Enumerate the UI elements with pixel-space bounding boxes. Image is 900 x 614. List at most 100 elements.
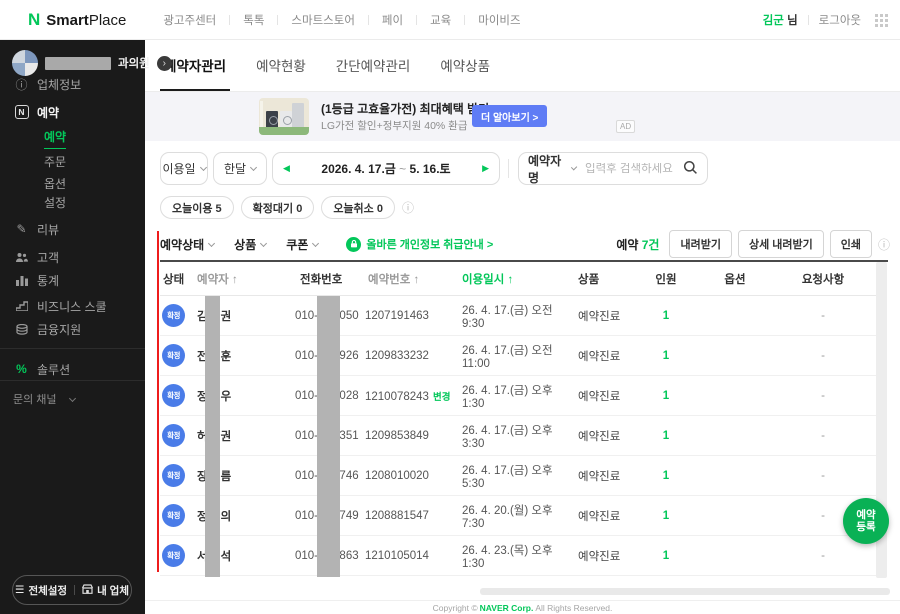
col-reservation-number-sortable[interactable]: 예약번호 ↑ bbox=[365, 271, 455, 287]
sort-arrow-icon: ↑ bbox=[507, 273, 514, 286]
reservation-number-cell: 1209853849 bbox=[365, 429, 429, 442]
store-icon bbox=[82, 583, 94, 597]
table-row[interactable]: 확정 김권 010- 0050 1207191463 26. 4. 17.(금) … bbox=[160, 296, 876, 336]
smartplace-logo[interactable]: N Smart Place bbox=[28, 10, 126, 30]
sidebar-subitem-settings[interactable]: 설정 bbox=[44, 193, 137, 211]
search-input[interactable] bbox=[585, 162, 683, 175]
table-row[interactable]: 확정 정의 010- 3749 1208881547 26. 4. 20.(월) … bbox=[160, 496, 876, 536]
request-cell: - bbox=[821, 389, 825, 402]
sidebar-item-customer[interactable]: 고객 bbox=[14, 248, 137, 266]
booking-status-filter[interactable]: 예약상태 bbox=[160, 236, 216, 253]
coupon-filter[interactable]: 쿠폰 bbox=[286, 236, 320, 253]
status-badge: 확정 bbox=[162, 304, 185, 327]
user-name[interactable]: 김군 님 bbox=[763, 12, 798, 28]
booking-count: 예약 7건 bbox=[616, 237, 660, 252]
all-settings-button[interactable]: ☰ 전체설정 bbox=[15, 583, 67, 598]
my-business-button[interactable]: 내 업체 bbox=[82, 583, 129, 598]
search-category-dropdown[interactable]: 예약자명 bbox=[528, 152, 578, 186]
use-datetime-cell: 26. 4. 20.(월) 오후 7:30 bbox=[462, 504, 553, 530]
sidebar-item-stats[interactable]: 통계 bbox=[14, 271, 137, 289]
info-icon[interactable]: ⓘ bbox=[402, 199, 414, 216]
masked-business-name bbox=[45, 56, 111, 70]
phone-redaction-bar bbox=[317, 296, 340, 577]
ad-banner-subtitle: LG가전 할인+정부지원 40% 환급 bbox=[321, 120, 468, 132]
link-pay[interactable]: 페이 bbox=[369, 12, 416, 28]
profile-expand-button[interactable]: › bbox=[156, 55, 172, 71]
table-row[interactable]: 확정 전훈 010- 6926 1209833232 26. 4. 17.(금) … bbox=[160, 336, 876, 376]
apps-grid-icon[interactable] bbox=[875, 13, 888, 27]
link-ad-center[interactable]: 광고주센터 bbox=[150, 12, 229, 28]
tab-booking-status[interactable]: 예약현황 bbox=[252, 55, 310, 91]
table-row[interactable]: 확정 장름 010- 9746 1208010020 26. 4. 17.(금) … bbox=[160, 456, 876, 496]
privacy-guide-link[interactable]: 올바른 개인정보 취급안내 > bbox=[346, 236, 493, 252]
sidebar-item-solution[interactable]: % 솔루션 bbox=[14, 360, 137, 378]
booking-tabs: 예약자관리 예약현황 간단예약관리 예약상품 bbox=[145, 40, 900, 92]
sidebar-item-review[interactable]: ✎ 리뷰 bbox=[14, 220, 137, 238]
chip-today-cancel[interactable]: 오늘취소 0 bbox=[321, 196, 395, 219]
status-badge: 확정 bbox=[162, 424, 185, 447]
chip-pending-confirm[interactable]: 확정대기 0 bbox=[240, 196, 315, 219]
tab-booking-products[interactable]: 예약상품 bbox=[436, 55, 494, 91]
logout-button[interactable]: 로그아웃 bbox=[819, 12, 861, 28]
sidebar-item-biz-info[interactable]: ⓘ 업체정보 bbox=[14, 75, 137, 93]
date-range-picker: ◀ 2026. 4. 17.금 ~ 5. 16.토 ▶ bbox=[272, 152, 500, 185]
product-cell: 예약진료 bbox=[578, 390, 621, 403]
top-navigation-bar: N Smart Place 광고주센터 톡톡 스마트스토어 페이 교육 마이비즈… bbox=[0, 0, 900, 40]
date-range-text[interactable]: 2026. 4. 17.금 ~ 5. 16.토 bbox=[321, 160, 450, 177]
col-guest-sortable[interactable]: 예약자 ↑ bbox=[192, 271, 295, 287]
col-request: 요청사항 bbox=[801, 273, 845, 286]
period-dropdown[interactable]: 한달 bbox=[213, 152, 267, 185]
horizontal-scrollbar[interactable] bbox=[480, 588, 890, 595]
status-cell: 확정 bbox=[160, 424, 192, 447]
request-cell: - bbox=[821, 549, 825, 562]
link-education[interactable]: 교육 bbox=[417, 12, 464, 28]
col-use-datetime-sorted[interactable]: 이용일시 ↑ bbox=[455, 271, 572, 287]
sidebar-item-biz-school[interactable]: 비즈니스 스쿨 bbox=[14, 297, 137, 315]
download-button[interactable]: 내려받기 bbox=[669, 230, 732, 258]
table-row[interactable]: 확정 허권 010- 2351 1209853849 26. 4. 17.(금) … bbox=[160, 416, 876, 456]
sidebar-subitem-option[interactable]: 옵션 bbox=[44, 174, 137, 192]
print-button[interactable]: 인쇄 bbox=[829, 230, 872, 258]
status-cell: 확정 bbox=[160, 464, 192, 487]
reservation-number-cell: 1207191463 bbox=[365, 309, 429, 322]
smartplace-booking-page: N Smart Place 광고주센터 톡톡 스마트스토어 페이 교육 마이비즈… bbox=[0, 0, 900, 614]
headcount-cell: 1 bbox=[662, 429, 670, 442]
status-badge: 확정 bbox=[162, 464, 185, 487]
link-mybiz[interactable]: 마이비즈 bbox=[465, 12, 533, 28]
prev-period-button[interactable]: ◀ bbox=[283, 163, 290, 174]
divider bbox=[0, 348, 145, 349]
link-talktalk[interactable]: 톡톡 bbox=[230, 12, 277, 28]
request-cell: - bbox=[821, 469, 825, 482]
reservation-number-cell: 1208010020 bbox=[365, 469, 429, 482]
next-period-button[interactable]: ▶ bbox=[482, 163, 489, 174]
ad-banner[interactable]: (1등급 고효율가전) 최대혜택 받기 LG가전 할인+정부지원 40% 환급 … bbox=[145, 92, 900, 141]
table-row[interactable]: 확정 정우 010- 4028 1210078243 변경 26. 4. 17.(금… bbox=[160, 376, 876, 416]
register-booking-fab[interactable]: 예약 등록 bbox=[843, 498, 889, 544]
ad-learn-more-button[interactable]: 더 알아보기 > bbox=[472, 105, 548, 127]
info-icon[interactable]: ⓘ bbox=[878, 236, 890, 253]
sidebar-subitem-order[interactable]: 주문 bbox=[44, 152, 137, 170]
sidebar-item-inquiry-channel[interactable]: 문의 채널 bbox=[13, 390, 137, 408]
use-day-dropdown[interactable]: 이용일 bbox=[160, 152, 208, 185]
sidebar-subitem-booking[interactable]: 예약 bbox=[44, 129, 137, 149]
search-icon[interactable] bbox=[683, 160, 698, 178]
chevron-down-icon bbox=[260, 239, 268, 247]
sidebar-item-booking[interactable]: N 예약 bbox=[14, 103, 137, 121]
tab-simple-booking[interactable]: 간단예약관리 bbox=[332, 55, 415, 91]
naver-booking-icon: N bbox=[14, 105, 29, 119]
business-profile[interactable]: 과의원 › bbox=[12, 50, 172, 76]
sidebar-item-finance[interactable]: 금융지원 bbox=[14, 320, 137, 338]
chevron-down-icon bbox=[208, 239, 216, 247]
use-datetime-cell: 26. 4. 23.(목) 오후 1:30 bbox=[462, 544, 553, 570]
use-datetime-cell: 26. 4. 17.(금) 오전 9:30 bbox=[462, 304, 553, 330]
use-datetime-cell: 26. 4. 17.(금) 오후 5:30 bbox=[462, 464, 553, 490]
table-actions: 예약 7건 내려받기 상세 내려받기 인쇄 ⓘ bbox=[616, 230, 890, 258]
product-filter[interactable]: 상품 bbox=[234, 236, 268, 253]
headcount-cell: 1 bbox=[662, 549, 670, 562]
table-row[interactable]: 확정 서석 010- 9863 1210105014 26. 4. 23.(목) … bbox=[160, 536, 876, 576]
detail-download-button[interactable]: 상세 내려받기 bbox=[737, 230, 824, 258]
chip-today-use[interactable]: 오늘이용 5 bbox=[160, 196, 234, 219]
name-redaction-bar bbox=[205, 296, 220, 577]
people-icon bbox=[14, 252, 29, 263]
link-smartstore[interactable]: 스마트스토어 bbox=[278, 12, 367, 28]
